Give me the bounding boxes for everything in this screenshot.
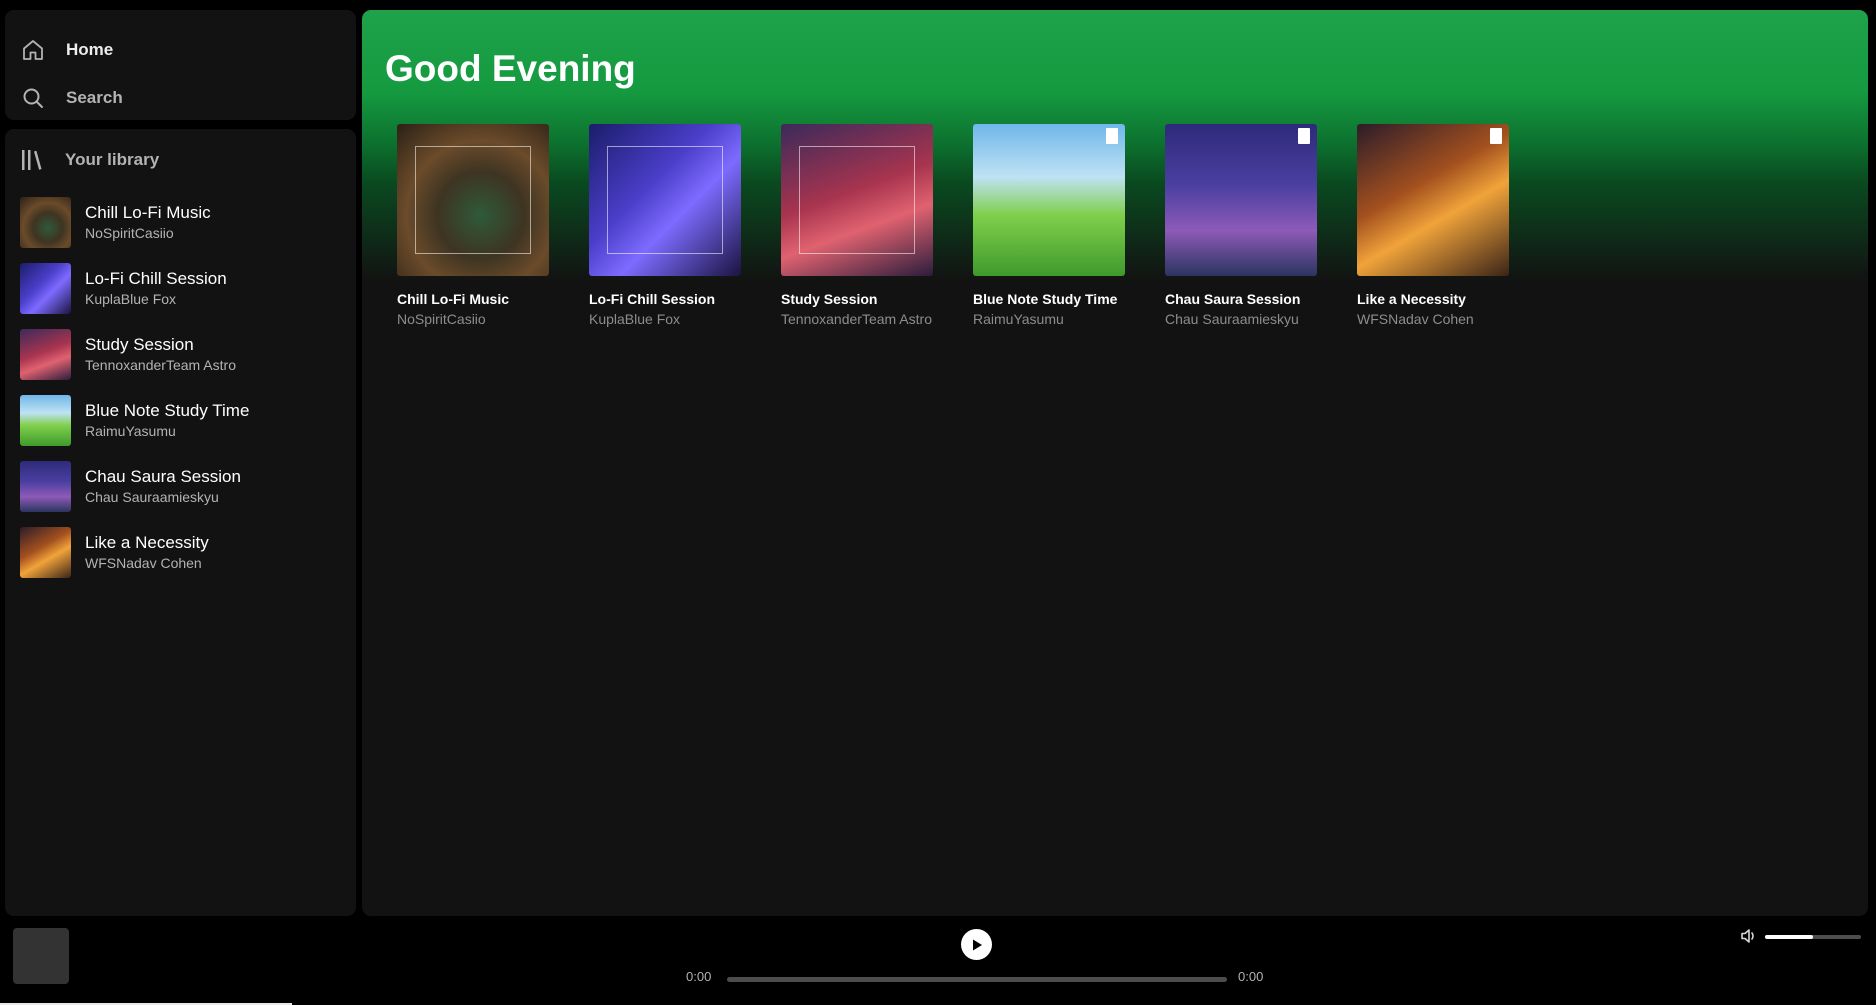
library-item[interactable]: Chill Lo-Fi Music NoSpiritCasiio [5,189,356,255]
library-item-thumbnail [20,394,71,446]
playlist-card[interactable]: Chau Saura Session Chau Sauraamieskyu [1165,124,1317,328]
nav-panel: Home Search [5,10,356,120]
playlist-card-subtitle: NoSpiritCasiio [397,311,486,327]
library-item-thumbnail [20,262,71,314]
progress-bar[interactable] [727,977,1227,982]
playlist-card-title: Blue Note Study Time [973,291,1118,307]
playlist-card-subtitle: Chau Sauraamieskyu [1165,311,1299,327]
duration-time: 0:00 [1238,969,1264,984]
playlist-card-cover [973,124,1125,276]
playlist-card-title: Chill Lo-Fi Music [397,291,509,307]
library-item-thumbnail [20,328,71,380]
volume-slider-fill [1765,935,1813,939]
playlist-card-cover [1357,124,1509,276]
library-item-title: Blue Note Study Time [85,401,250,420]
library-item-thumbnail [20,196,71,248]
volume-slider[interactable] [1765,935,1861,939]
playlist-grid: Chill Lo-Fi Music NoSpiritCasiio Lo-Fi C… [397,124,1549,328]
library-item-title: Study Session [85,335,194,354]
playlist-card-cover [397,124,549,276]
playlist-card[interactable]: Lo-Fi Chill Session KuplaBlue Fox [589,124,741,328]
main-view: Good Evening Chill Lo-Fi Music NoSpiritC… [362,10,1868,916]
elapsed-time: 0:00 [686,969,712,984]
library-panel: Your library Chill Lo-Fi Music NoSpiritC… [5,129,356,916]
library-item[interactable]: Lo-Fi Chill Session KuplaBlue Fox [5,255,356,321]
volume-icon[interactable] [1740,928,1758,944]
playlist-card-subtitle: KuplaBlue Fox [589,311,681,327]
playlist-card-cover [589,124,741,276]
library-item[interactable]: Study Session TennoxanderTeam Astro [5,321,356,387]
library-header[interactable]: Your library [5,143,356,177]
library-item-subtitle: NoSpiritCasiio [85,225,174,241]
player-bar [0,916,1876,1005]
play-button[interactable] [961,929,992,960]
library-item-thumbnail [20,526,71,578]
library-item-title: Lo-Fi Chill Session [85,269,227,288]
playlist-card[interactable]: Chill Lo-Fi Music NoSpiritCasiio [397,124,549,328]
play-icon [972,939,982,950]
playlist-card-subtitle: RaimuYasumu [973,311,1064,327]
nav-item-home[interactable]: Home [5,26,356,74]
playlist-card[interactable]: Like a Necessity WFSNadav Cohen [1357,124,1509,328]
page-title: Good Evening [385,48,636,89]
nav-item-search[interactable]: Search [5,74,356,122]
playlist-card[interactable]: Blue Note Study Time RaimuYasumu [973,124,1125,328]
playlist-card-cover [781,124,933,276]
playlist-card-cover [1165,124,1317,276]
library-item-subtitle: WFSNadav Cohen [85,555,202,571]
playlist-card[interactable]: Study Session TennoxanderTeam Astro [781,124,933,328]
playlist-card-title: Like a Necessity [1357,291,1466,307]
library-item-title: Chill Lo-Fi Music [85,203,211,222]
search-icon [20,85,46,111]
library-item[interactable]: Blue Note Study Time RaimuYasumu [5,387,356,453]
playlist-card-title: Study Session [781,291,878,307]
library-item-title: Like a Necessity [85,533,209,552]
library-item[interactable]: Chau Saura Session Chau Sauraamieskyu [5,453,356,519]
library-item-subtitle: RaimuYasumu [85,423,176,439]
nav-search-label: Search [66,88,123,107]
library-item[interactable]: Like a Necessity WFSNadav Cohen [5,519,356,585]
library-item-thumbnail [20,460,71,512]
playlist-card-subtitle: TennoxanderTeam Astro [781,311,932,327]
home-icon [20,37,46,63]
library-icon [21,148,45,172]
library-item-subtitle: Chau Sauraamieskyu [85,489,219,505]
playlist-card-title: Chau Saura Session [1165,291,1301,307]
library-header-label: Your library [65,150,160,169]
library-item-subtitle: KuplaBlue Fox [85,291,177,307]
playlist-card-subtitle: WFSNadav Cohen [1357,311,1474,327]
now-playing-cover [13,928,69,984]
library-item-title: Chau Saura Session [85,467,241,486]
nav-home-label: Home [66,40,114,59]
playlist-card-title: Lo-Fi Chill Session [589,291,716,307]
library-item-subtitle: TennoxanderTeam Astro [85,357,236,373]
